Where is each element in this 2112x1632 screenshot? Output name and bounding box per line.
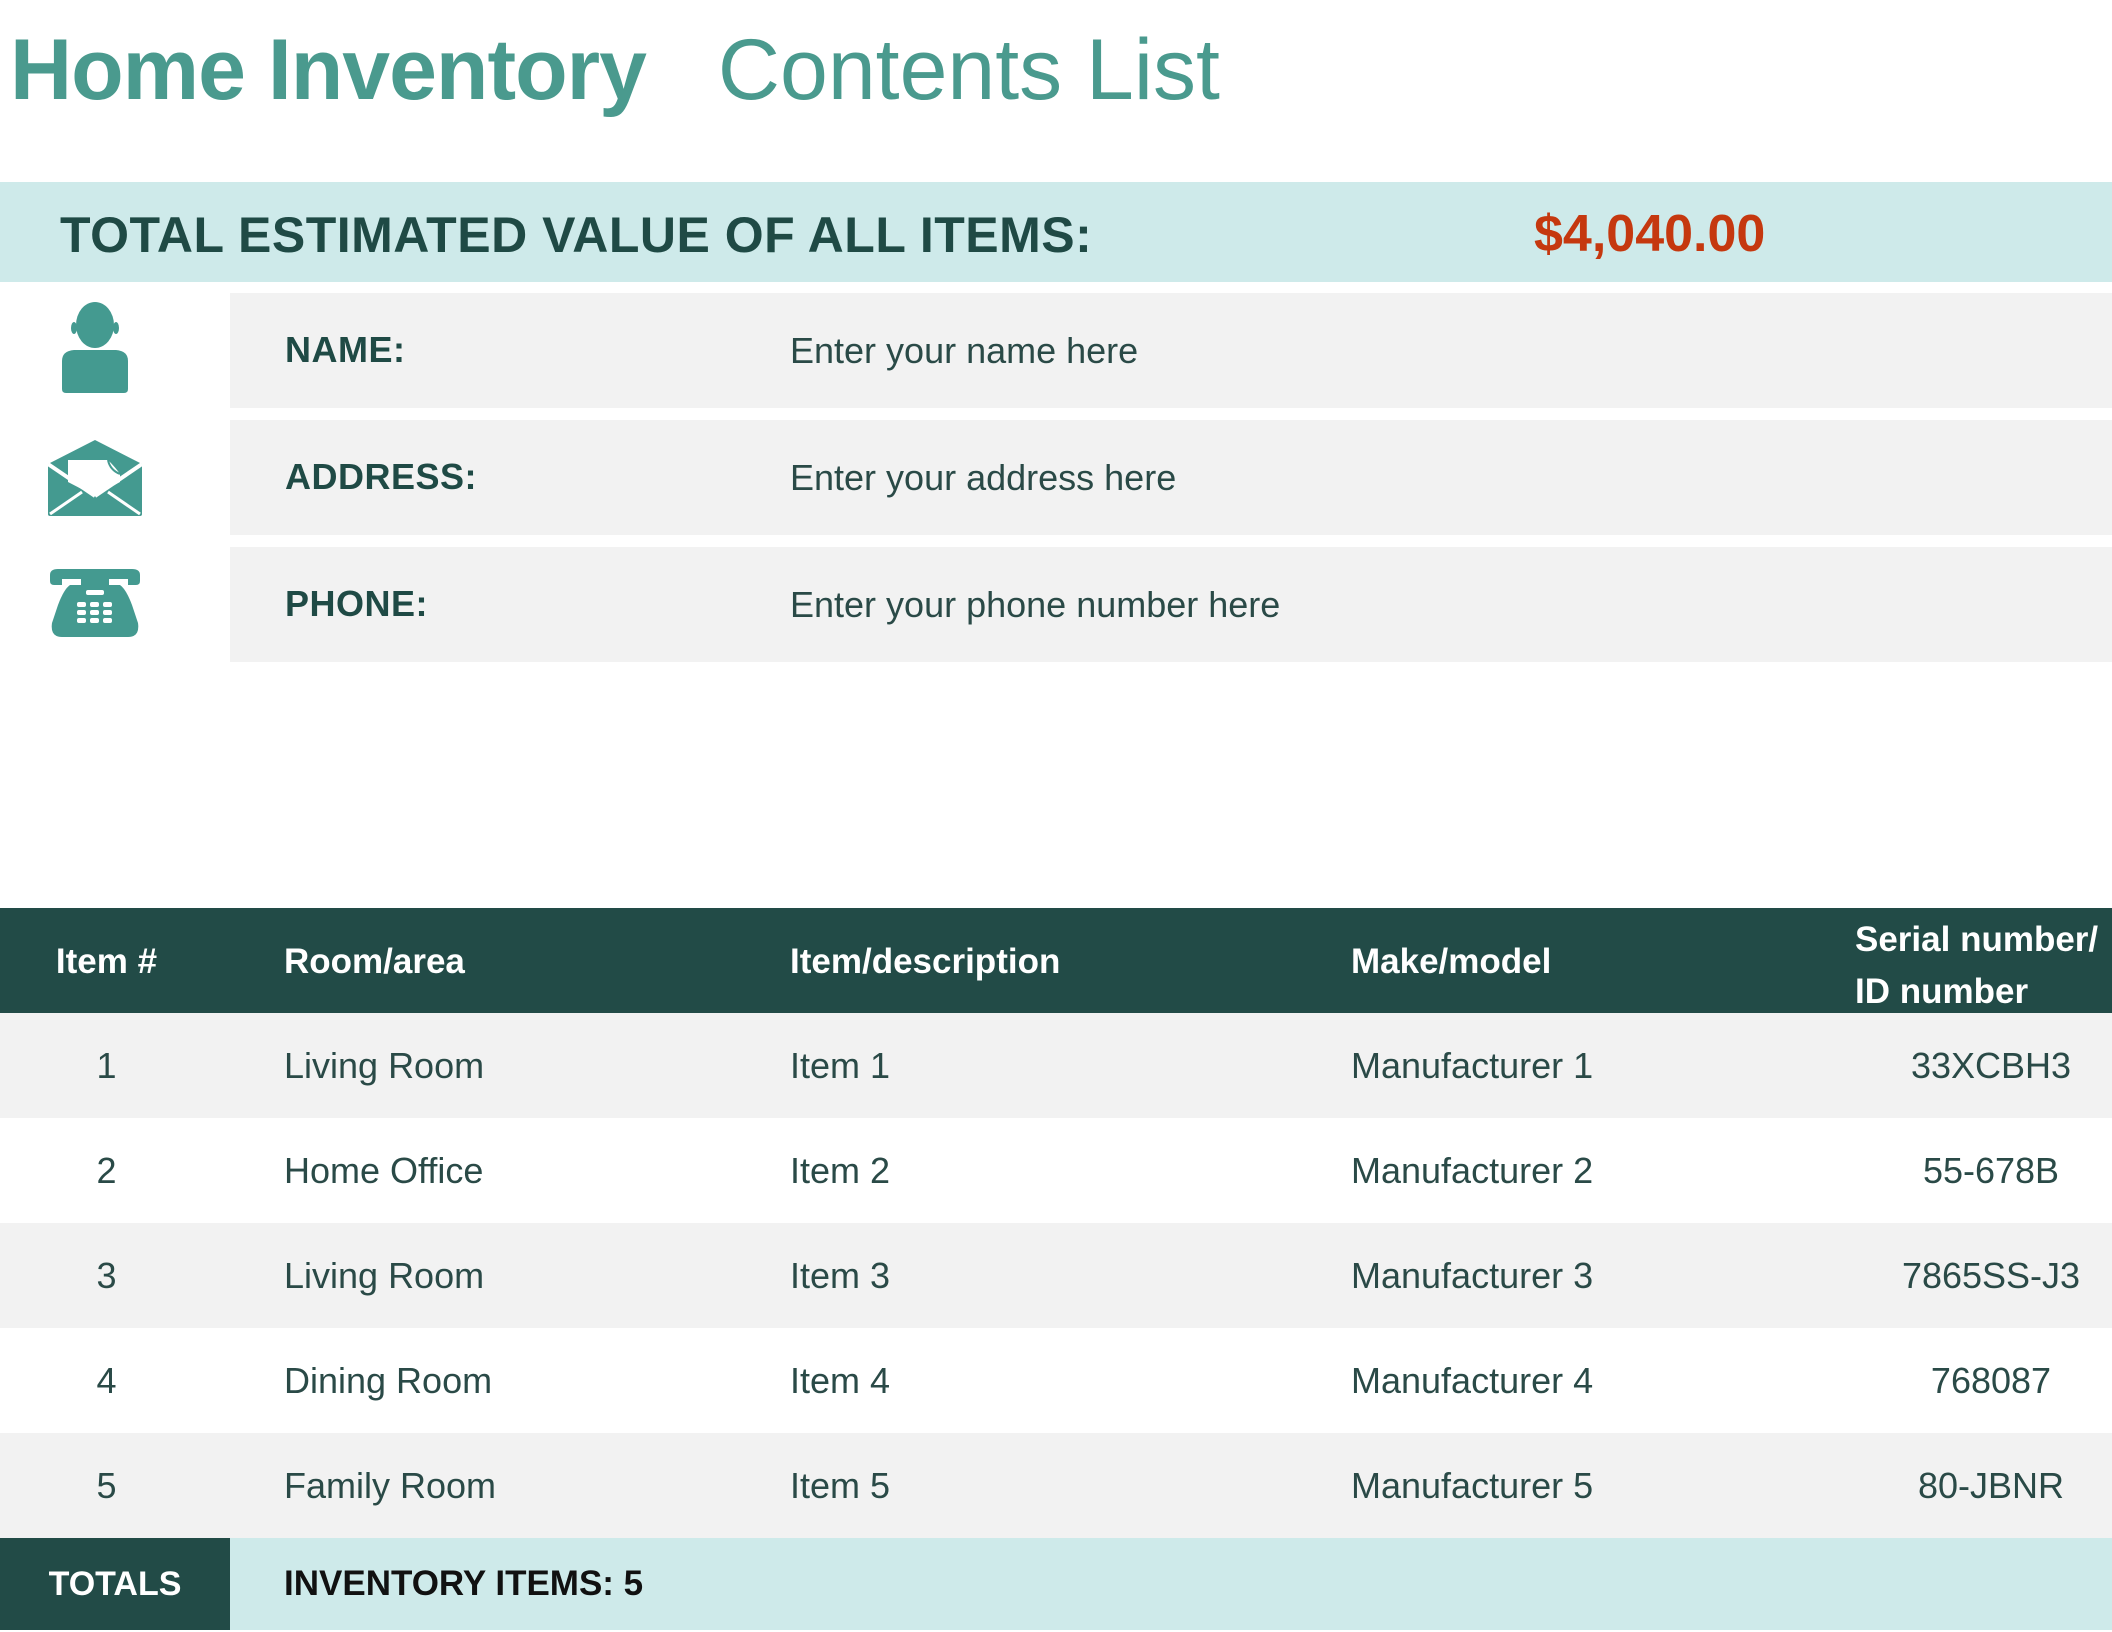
name-field[interactable]: Enter your name here: [790, 330, 1138, 372]
telephone-icon: [36, 553, 154, 653]
column-header-description: Item/description: [790, 942, 1061, 981]
cell-description[interactable]: Item 5: [790, 1465, 890, 1507]
address-field[interactable]: Enter your address here: [790, 457, 1176, 499]
cell-description[interactable]: Item 2: [790, 1150, 890, 1192]
column-header-make-model: Make/model: [1351, 942, 1552, 981]
cell-room[interactable]: Home Office: [284, 1150, 483, 1192]
total-value-band: TOTAL ESTIMATED VALUE OF ALL ITEMS: $4,0…: [0, 182, 2112, 282]
totals-label: TOTALS: [0, 1538, 230, 1630]
total-value-amount: $4,040.00: [1534, 205, 1766, 263]
cell-item-number[interactable]: 5: [0, 1465, 213, 1507]
cell-room[interactable]: Living Room: [284, 1255, 484, 1297]
envelope-icon: [36, 428, 154, 528]
cell-description[interactable]: Item 4: [790, 1360, 890, 1402]
table-row[interactable]: 2 Home Office Item 2 Manufacturer 2 55-6…: [0, 1118, 2112, 1223]
title-home-inventory: Home Inventory: [10, 22, 647, 118]
cell-description[interactable]: Item 3: [790, 1255, 890, 1297]
cell-make-model[interactable]: Manufacturer 4: [1351, 1360, 1593, 1402]
cell-item-number[interactable]: 1: [0, 1045, 213, 1087]
name-label: NAME:: [285, 329, 406, 370]
address-row: ADDRESS: Enter your address here: [230, 420, 2112, 535]
cell-make-model[interactable]: Manufacturer 5: [1351, 1465, 1593, 1507]
column-header-serial-line2: ID number: [1855, 972, 2029, 1011]
cell-description[interactable]: Item 1: [790, 1045, 890, 1087]
cell-serial[interactable]: 80-JBNR: [1855, 1465, 2112, 1507]
table-row[interactable]: 1 Living Room Item 1 Manufacturer 1 33XC…: [0, 1013, 2112, 1118]
name-row: NAME: Enter your name here: [230, 293, 2112, 408]
cell-room[interactable]: Living Room: [284, 1045, 484, 1087]
title-contents-list: Contents List: [717, 22, 1220, 118]
table-row[interactable]: 3 Living Room Item 3 Manufacturer 3 7865…: [0, 1223, 2112, 1328]
column-header-room: Room/area: [284, 942, 465, 981]
cell-serial[interactable]: 55-678B: [1855, 1150, 2112, 1192]
totals-row: TOTALS INVENTORY ITEMS: 5: [0, 1538, 2112, 1630]
total-value-label: TOTAL ESTIMATED VALUE OF ALL ITEMS:: [60, 207, 1093, 263]
inventory-table: Item # Room/area Item/description Make/m…: [0, 908, 2112, 1630]
address-label: ADDRESS:: [285, 456, 478, 497]
table-header: Item # Room/area Item/description Make/m…: [0, 908, 2112, 1013]
cell-item-number[interactable]: 3: [0, 1255, 213, 1297]
person-icon: [36, 298, 154, 398]
cell-serial[interactable]: 33XCBH3: [1855, 1045, 2112, 1087]
phone-field[interactable]: Enter your phone number here: [790, 584, 1280, 626]
cell-room[interactable]: Family Room: [284, 1465, 496, 1507]
cell-item-number[interactable]: 2: [0, 1150, 213, 1192]
table-row[interactable]: 4 Dining Room Item 4 Manufacturer 4 7680…: [0, 1328, 2112, 1433]
cell-item-number[interactable]: 4: [0, 1360, 213, 1402]
cell-serial[interactable]: 768087: [1855, 1360, 2112, 1402]
cell-make-model[interactable]: Manufacturer 3: [1351, 1255, 1593, 1297]
column-header-serial-line1: Serial number/: [1855, 920, 2099, 959]
inventory-items-count: INVENTORY ITEMS: 5: [284, 1564, 644, 1603]
cell-serial[interactable]: 7865SS-J3: [1855, 1255, 2112, 1297]
phone-label: PHONE:: [285, 583, 429, 624]
cell-make-model[interactable]: Manufacturer 1: [1351, 1045, 1593, 1087]
column-header-serial: Serial number/ ID number: [1855, 914, 2112, 1018]
cell-room[interactable]: Dining Room: [284, 1360, 492, 1402]
phone-row: PHONE: Enter your phone number here: [230, 547, 2112, 662]
cell-make-model[interactable]: Manufacturer 2: [1351, 1150, 1593, 1192]
table-row[interactable]: 5 Family Room Item 5 Manufacturer 5 80-J…: [0, 1433, 2112, 1538]
column-header-item-number: Item #: [55, 942, 158, 981]
page-title: Home Inventory Contents List: [10, 18, 1220, 122]
